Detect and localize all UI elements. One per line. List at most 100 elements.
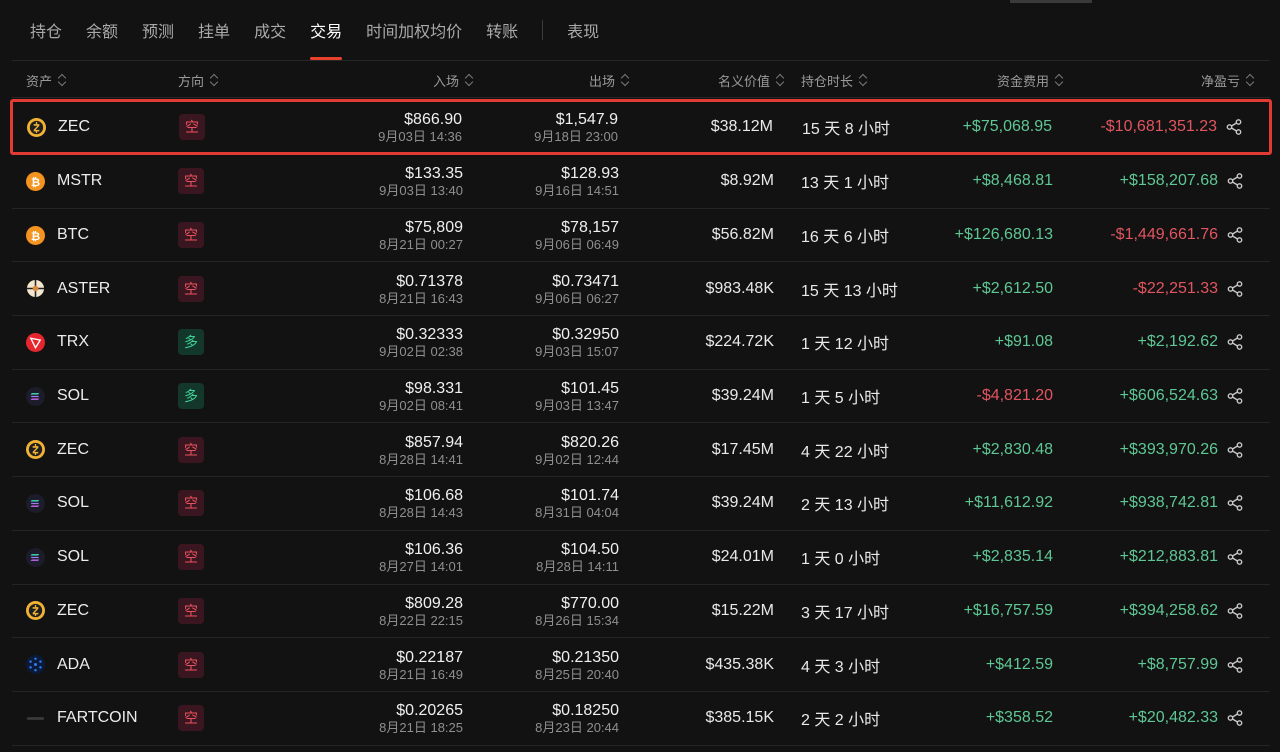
asset-name[interactable]: SOL (57, 494, 89, 512)
net-pnl: -$1,449,661.76 (1110, 226, 1218, 244)
table-row[interactable]: ASTER 空 $0.71378 8月21日 16:43 $0.73471 9月06日 0… (12, 262, 1270, 317)
tab-5[interactable]: 交易 (298, 0, 354, 60)
entry-time: 8月21日 18:25 (379, 720, 463, 736)
table-row[interactable]: FARTCOIN 空 $0.20265 8月21日 18:25 $0.18250 8月23… (12, 692, 1270, 746)
column-header-exit[interactable]: 出场 (589, 61, 630, 99)
net-pnl: +$8,757.99 (1137, 655, 1218, 673)
hold-duration: 1 天 0 小时 (801, 551, 881, 569)
hold-duration: 4 天 3 小时 (801, 658, 881, 676)
tab-8[interactable]: 表现 (555, 0, 611, 60)
column-header-funding[interactable]: 资金费用 (997, 61, 1064, 99)
column-header-pnl[interactable]: 净盈亏 (1201, 61, 1255, 99)
net-pnl: +$158,207.68 (1119, 172, 1218, 190)
notional-value: $15.22M (711, 601, 774, 619)
entry-price: $0.32333 (396, 326, 463, 344)
tab-4[interactable]: 成交 (242, 0, 298, 60)
table-row[interactable]: SOL 多 $98.331 9月02日 08:41 $101.45 9月03日 13:47… (12, 370, 1270, 424)
solana-icon (26, 547, 45, 567)
exit-price: $128.93 (561, 165, 619, 183)
hold-duration: 16 天 6 小时 (801, 229, 890, 247)
exit-price: $0.21350 (552, 648, 619, 666)
hold-duration: 3 天 17 小时 (801, 604, 890, 622)
direction-badge: 空 (178, 490, 204, 517)
aster-icon (26, 279, 45, 298)
trades-table: 资产 方向 入场 出场 名义价值 持仓时长 资金费用 净盈亏 ZEC 空 $866.… (10, 60, 1272, 746)
sort-icon (859, 72, 868, 88)
table-row[interactable]: TRX 多 $0.32333 9月02日 02:38 $0.32950 9月03日 15:… (12, 316, 1270, 370)
share-icon[interactable] (1226, 494, 1244, 512)
asset-name[interactable]: SOL (57, 387, 89, 405)
asset-name[interactable]: ADA (57, 656, 90, 674)
asset-name[interactable]: ZEC (58, 118, 90, 136)
asset-name[interactable]: ASTER (57, 280, 110, 298)
share-icon[interactable] (1226, 172, 1244, 190)
entry-time: 9月03日 13:40 (379, 183, 463, 199)
asset-name[interactable]: ZEC (57, 441, 89, 459)
share-icon[interactable] (1226, 387, 1244, 405)
table-row[interactable]: ZEC 空 $809.28 8月22日 22:15 $770.00 8月26日 15:34… (12, 585, 1270, 639)
exit-price: $104.50 (561, 541, 619, 559)
asset-name[interactable]: FARTCOIN (57, 709, 138, 727)
share-icon[interactable] (1226, 548, 1244, 566)
solana-icon (26, 386, 45, 406)
funding-fee: +$2,835.14 (972, 548, 1053, 566)
direction-badge: 空 (178, 544, 204, 571)
tab-0[interactable]: 持仓 (18, 0, 74, 60)
share-icon[interactable] (1226, 602, 1244, 620)
column-header-direction[interactable]: 方向 (178, 61, 219, 99)
direction-cell: 空 (178, 585, 204, 638)
share-icon[interactable] (1226, 656, 1244, 674)
sort-icon (776, 72, 785, 88)
funding-fee: +$8,468.81 (972, 172, 1053, 190)
asset-name[interactable]: TRX (57, 333, 89, 351)
share-icon[interactable] (1226, 333, 1244, 351)
funding-fee: +$16,757.59 (963, 601, 1053, 619)
tab-6[interactable]: 时间加权均价 (354, 0, 474, 60)
entry-cell: $98.331 9月02日 08:41 (379, 370, 463, 423)
column-header-entry[interactable]: 入场 (433, 61, 474, 99)
table-row[interactable]: ₿ BTC 空 $75,809 8月21日 00:27 $78,157 9月06日 06:4… (12, 209, 1270, 263)
exit-time: 8月28日 14:11 (536, 559, 619, 575)
table-row[interactable]: ADA 空 $0.22187 8月21日 16:49 $0.21350 8月25日 20:… (12, 638, 1270, 692)
net-pnl: -$22,251.33 (1132, 279, 1218, 297)
share-icon[interactable] (1225, 118, 1243, 136)
asset-name[interactable]: BTC (57, 226, 89, 244)
entry-time: 8月21日 16:43 (379, 290, 463, 306)
asset-name[interactable]: MSTR (57, 172, 102, 190)
bitcoin-icon: ₿ (26, 225, 45, 245)
direction-cell: 空 (178, 209, 204, 262)
zec-icon (26, 440, 45, 460)
column-header-asset[interactable]: 资产 (26, 61, 67, 99)
exit-cell: $0.32950 9月03日 15:07 (535, 316, 619, 369)
entry-price: $75,809 (405, 219, 463, 237)
share-cell (1226, 477, 1244, 530)
column-header-duration[interactable]: 持仓时长 (801, 61, 868, 99)
tab-3[interactable]: 挂单 (186, 0, 242, 60)
share-icon[interactable] (1226, 280, 1244, 298)
exit-time: 9月18日 23:00 (534, 129, 618, 144)
table-row[interactable]: SOL 空 $106.68 8月28日 14:43 $101.74 8月31日 04:04… (12, 477, 1270, 531)
table-row[interactable]: ZEC 空 $866.90 9月03日 14:36 $1,547.9 9月18日 23:0… (10, 99, 1272, 155)
entry-time: 8月21日 16:49 (379, 666, 463, 682)
table-row[interactable]: ZEC 空 $857.94 8月28日 14:41 $820.26 9月02日 12:44… (12, 423, 1270, 478)
entry-price: $866.90 (404, 111, 462, 128)
entry-time: 9月03日 14:36 (378, 129, 462, 144)
table-row[interactable]: SOL 空 $106.36 8月27日 14:01 $104.50 8月28日 14:11… (12, 531, 1270, 585)
share-icon[interactable] (1226, 226, 1244, 244)
net-pnl: +$20,482.33 (1128, 709, 1218, 727)
tab-1[interactable]: 余额 (74, 0, 130, 60)
share-icon[interactable] (1226, 441, 1244, 459)
share-icon[interactable] (1226, 709, 1244, 727)
asset-cell: FARTCOIN (26, 692, 138, 745)
tab-2[interactable]: 预测 (130, 0, 186, 60)
asset-name[interactable]: SOL (57, 548, 89, 566)
entry-cell: $0.71378 8月21日 16:43 (379, 262, 463, 315)
exit-cell: $104.50 8月28日 14:11 (536, 531, 619, 584)
asset-cell: ₿ MSTR (26, 155, 102, 208)
column-header-notional[interactable]: 名义价值 (718, 61, 785, 99)
hold-duration: 15 天 13 小时 (801, 282, 898, 300)
table-row[interactable]: ₿ MSTR 空 $133.35 9月03日 13:40 $128.93 9月16日 14:… (12, 155, 1270, 209)
asset-name[interactable]: ZEC (57, 602, 89, 620)
exit-time: 8月23日 20:44 (535, 720, 619, 736)
tab-7[interactable]: 转账 (474, 0, 530, 60)
